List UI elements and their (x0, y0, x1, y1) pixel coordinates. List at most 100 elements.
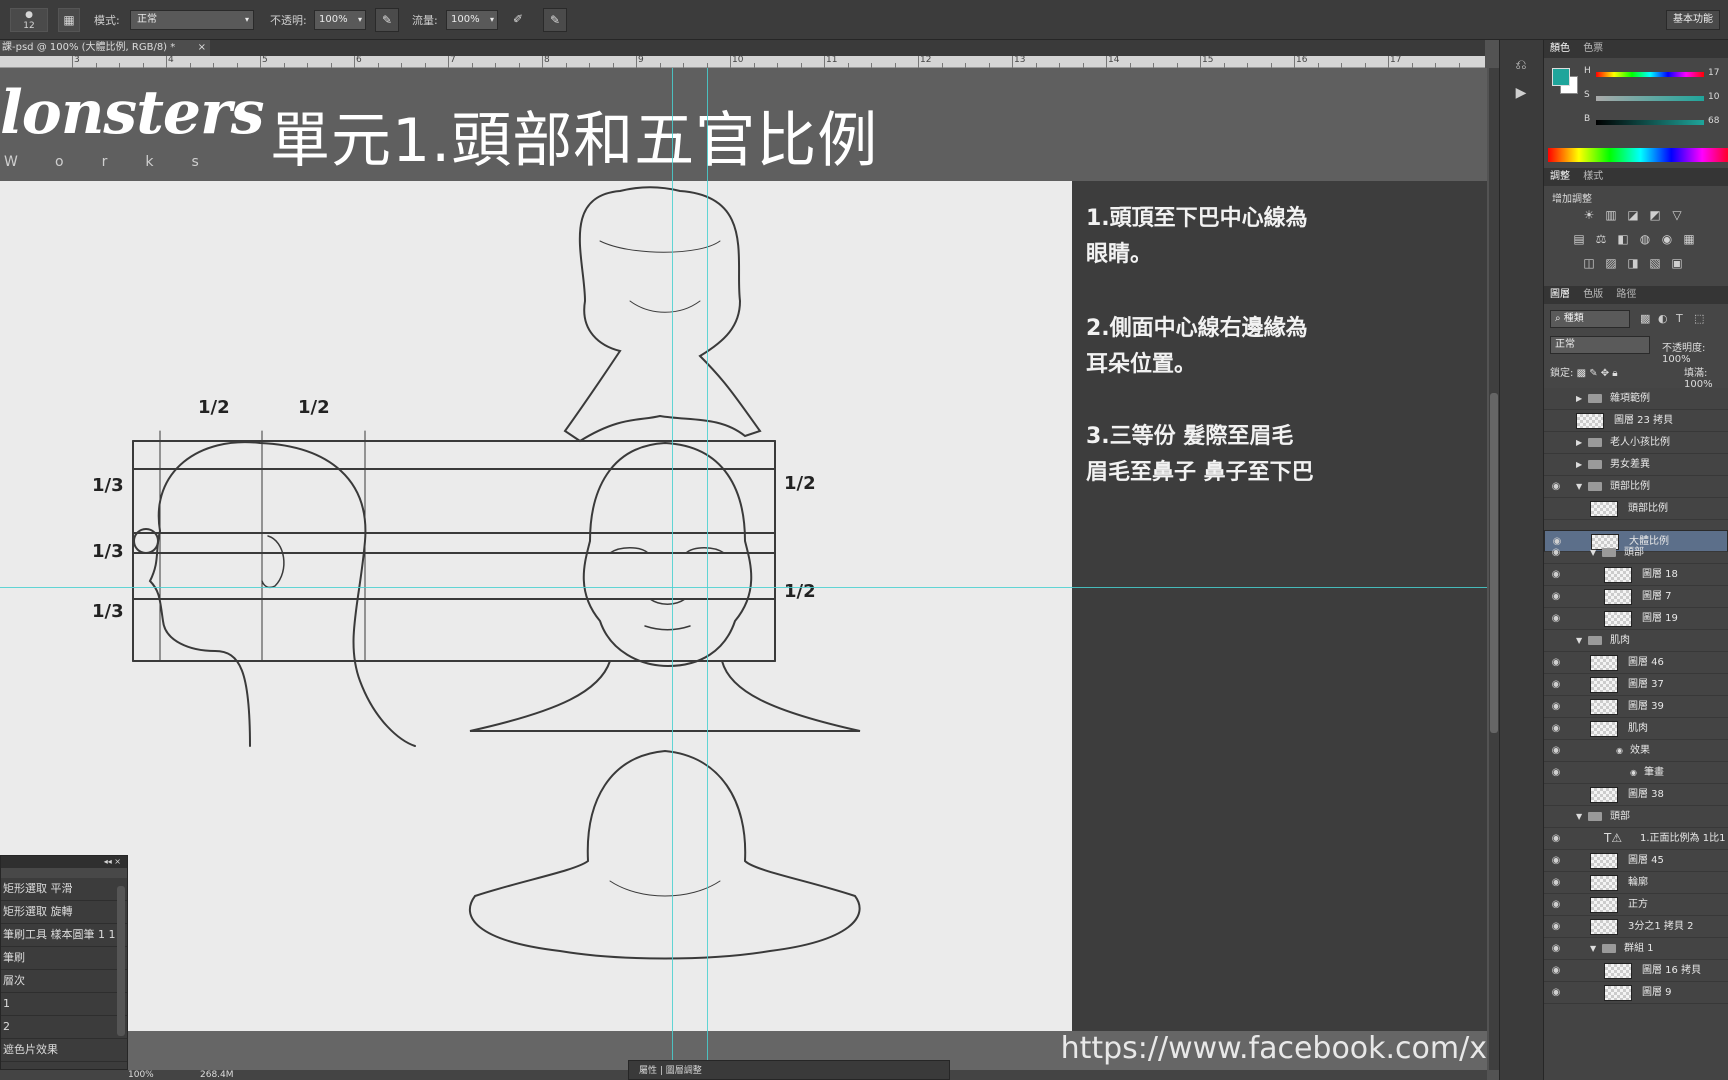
layer-row[interactable]: ◉ 輪廓 (1544, 872, 1728, 894)
tab-color[interactable]: 顏色 (1550, 43, 1570, 54)
eye-icon[interactable]: ◉ (1549, 542, 1563, 563)
type-filter-icon[interactable]: T (1676, 312, 1683, 325)
layer-group-row[interactable]: ▼ 肌肉 (1544, 630, 1728, 652)
collapsed-arrow-icon[interactable]: ▶ (1576, 454, 1582, 475)
foreground-color-swatch[interactable] (1552, 68, 1570, 86)
layer-group-row[interactable]: ◉ ▼ 頭部比例 (1544, 476, 1728, 498)
eye-icon[interactable]: ◉ (1549, 762, 1563, 783)
tab-layers[interactable]: 圖層 (1550, 289, 1570, 300)
expanded-arrow-icon[interactable]: ▼ (1590, 938, 1596, 959)
properties-tab[interactable]: 屬性 | 圖層調整 (628, 1060, 950, 1080)
guide-vertical-2[interactable] (707, 68, 708, 1070)
layer-row[interactable]: 頭部比例 (1544, 498, 1728, 520)
layer-group-row[interactable]: ▼ 頭部 (1544, 806, 1728, 828)
canvas-vertical-scrollbar[interactable] (1489, 68, 1499, 1070)
layer-row[interactable]: ◉ 圖層 18 (1544, 564, 1728, 586)
shape-filter-icon[interactable]: ⬚ (1694, 312, 1704, 325)
eye-icon[interactable]: ◉ (1549, 938, 1563, 959)
color-balance-icon[interactable]: ⚖ (1592, 232, 1610, 246)
history-state[interactable]: 1 (1, 993, 127, 1016)
collapsed-arrow-icon[interactable]: ▶ (1576, 432, 1582, 453)
zoom-level[interactable]: 100% (128, 1070, 154, 1080)
pressure-opacity-icon[interactable]: ✎ (375, 8, 399, 32)
eye-icon[interactable]: ◉ (1549, 916, 1563, 937)
layer-opacity-field[interactable]: 不透明度: 100% (1662, 339, 1728, 365)
layer-row[interactable]: 圖層 38 (1544, 784, 1728, 806)
layer-row[interactable]: 圖層 23 拷貝 (1544, 410, 1728, 432)
layer-row[interactable]: ◉ 圖層 19 (1544, 608, 1728, 630)
layer-row[interactable]: ◉ 圖層 46 (1544, 652, 1728, 674)
brush-preset-picker[interactable]: ● 12 (10, 8, 48, 32)
history-state[interactable]: 筆刷 (1, 947, 127, 970)
layer-row[interactable]: ◉ ◉ 筆畫 (1544, 762, 1728, 784)
expanded-arrow-icon[interactable]: ▼ (1576, 630, 1582, 651)
layer-row[interactable]: ◉ ◉ 效果 (1544, 740, 1728, 762)
fill-field[interactable]: 填滿: 100% (1684, 364, 1728, 390)
collapsed-arrow-icon[interactable]: ▶ (1576, 388, 1582, 409)
invert-icon[interactable]: ◫ (1580, 256, 1598, 270)
eye-icon[interactable]: ◉ (1549, 960, 1563, 981)
flow-input[interactable]: 100% ▾ (446, 10, 498, 30)
eye-icon[interactable]: ◉ (1549, 696, 1563, 717)
history-state[interactable]: 2 (1, 1016, 127, 1039)
layer-row[interactable]: ◉ 圖層 45 (1544, 850, 1728, 872)
eye-icon[interactable]: ◉ (1549, 608, 1563, 629)
eye-icon[interactable]: ◉ (1549, 476, 1563, 497)
channel-mixer-icon[interactable]: ◉ (1658, 232, 1676, 246)
brightness-icon[interactable]: ☀ (1580, 208, 1598, 222)
eye-icon[interactable]: ◉ (1549, 740, 1563, 761)
eye-icon[interactable]: ◉ (1549, 872, 1563, 893)
panel-collapse-icon[interactable]: ◂◂ × (1, 856, 127, 868)
tab-styles[interactable]: 樣式 (1583, 171, 1603, 182)
mode-select[interactable]: 正常 ▾ (130, 10, 254, 30)
selective-color-icon[interactable]: ▣ (1668, 256, 1686, 270)
play-actions-icon[interactable]: ▶ (1510, 82, 1532, 104)
horizontal-ruler[interactable]: 3 4 5 6 7 8 9 10 11 12 13 14 15 16 17 (0, 55, 1485, 68)
layer-row[interactable]: ◉ 圖層 39 (1544, 696, 1728, 718)
posterize-icon[interactable]: ▨ (1602, 256, 1620, 270)
layer-group-row[interactable]: ▶ 雜項範例 (1544, 388, 1728, 410)
layer-row[interactable]: ◉ 圖層 37 (1544, 674, 1728, 696)
history-state[interactable]: 筆刷工具 樣本圓筆 1 1 (1, 924, 127, 947)
tab-paths[interactable]: 路徑 (1616, 289, 1636, 300)
pixel-filter-icon[interactable]: ▩ (1640, 312, 1650, 325)
color-spectrum[interactable] (1548, 148, 1728, 162)
effect-eye-icon[interactable]: ◉ (1616, 740, 1623, 761)
guide-vertical-1[interactable] (672, 68, 673, 1070)
layer-group-row[interactable]: ◉ ▼ 群組 1 (1544, 938, 1728, 960)
eye-icon[interactable]: ◉ (1549, 982, 1563, 1003)
history-state[interactable]: 矩形選取 平滑 (1, 878, 127, 901)
threshold-icon[interactable]: ◨ (1624, 256, 1642, 270)
gradient-map-icon[interactable]: ▧ (1646, 256, 1664, 270)
airbrush-icon[interactable]: ✐ (506, 8, 530, 32)
pressure-size-icon[interactable]: ✎ (543, 8, 567, 32)
close-icon[interactable]: × (198, 40, 206, 56)
curves-icon[interactable]: ◪ (1624, 208, 1642, 222)
layer-filter-select[interactable]: ⌕ 種類 (1550, 310, 1630, 328)
exposure-icon[interactable]: ◩ (1646, 208, 1664, 222)
expanded-arrow-icon[interactable]: ▼ (1576, 476, 1582, 497)
history-state[interactable]: 層次 (1, 970, 127, 993)
eye-icon[interactable]: ◉ (1549, 652, 1563, 673)
hue-slider[interactable]: H 17 (1584, 66, 1728, 82)
black-white-icon[interactable]: ◧ (1614, 232, 1632, 246)
eye-icon[interactable]: ◉ (1549, 586, 1563, 607)
layer-row[interactable]: ◉ 圖層 7 (1544, 586, 1728, 608)
tab-channels[interactable]: 色版 (1583, 289, 1603, 300)
workspace-switcher[interactable]: 基本功能 (1666, 10, 1720, 30)
layer-row[interactable]: ◉ 圖層 16 拷貝 (1544, 960, 1728, 982)
history-state[interactable]: 矩形選取 旋轉 (1, 901, 127, 924)
eye-icon[interactable]: ◉ (1549, 894, 1563, 915)
layer-row[interactable]: ◉ 3分之1 拷貝 2 (1544, 916, 1728, 938)
layer-group-row[interactable]: ◉ ▼ 頭部 (1544, 542, 1728, 564)
eye-icon[interactable]: ◉ (1549, 850, 1563, 871)
photo-filter-icon[interactable]: ◍ (1636, 232, 1654, 246)
opacity-input[interactable]: 100% ▾ (314, 10, 366, 30)
effect-eye-icon[interactable]: ◉ (1630, 762, 1637, 783)
hue-saturation-icon[interactable]: ▤ (1570, 232, 1588, 246)
brightness-slider[interactable]: B 68 (1584, 114, 1728, 130)
color-lookup-icon[interactable]: ▦ (1680, 232, 1698, 246)
eye-icon[interactable]: ◉ (1549, 718, 1563, 739)
brush-panel-toggle-icon[interactable]: ▦ (58, 8, 80, 32)
layer-row[interactable]: ◉ 正方 (1544, 894, 1728, 916)
